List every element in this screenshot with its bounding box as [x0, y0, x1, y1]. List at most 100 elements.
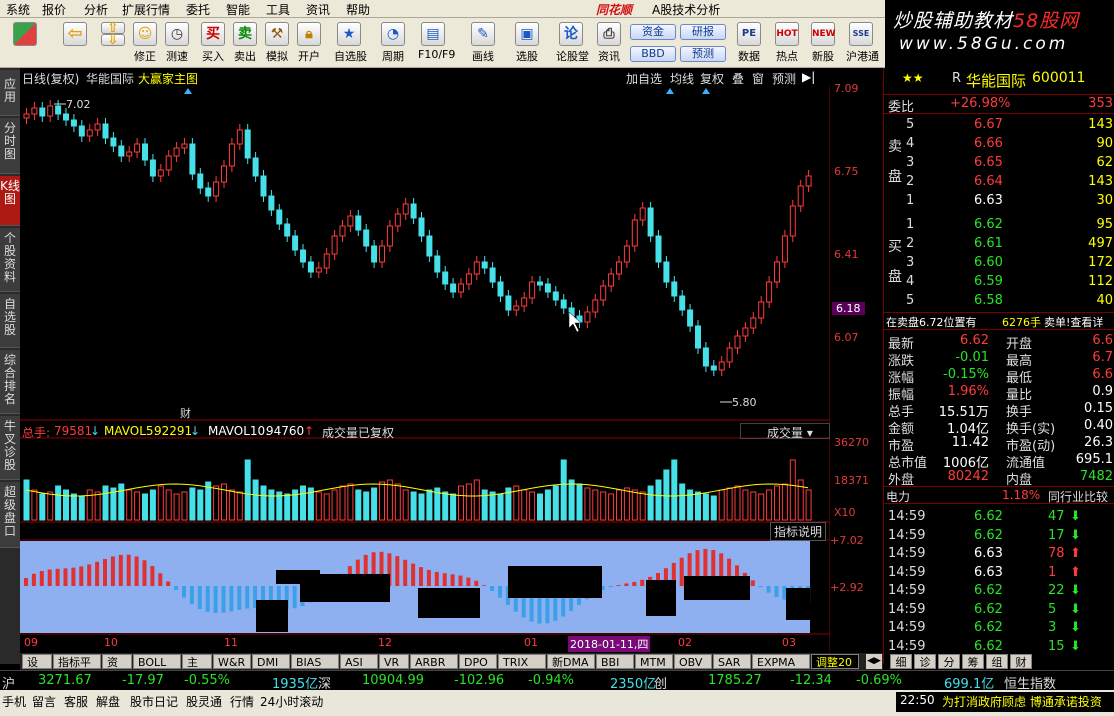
indicator-tab[interactable]: BBI [596, 654, 634, 669]
sell-level-row[interactable]: 1 6.63 30 [884, 192, 1114, 210]
chart-period[interactable]: 日线(复权) [22, 70, 79, 87]
chart-main-indicator[interactable]: 大赢家主图 [138, 70, 198, 87]
large-order-notice[interactable]: 在卖盘6.72位置有 6276手 卖单!查看详 [884, 312, 1114, 330]
forum-button[interactable]: 论论股堂 [556, 22, 589, 64]
tab-scroll-icon[interactable]: ◀▶ [866, 654, 882, 669]
footer-lingtong[interactable]: 股灵通 [186, 693, 222, 710]
buy-button[interactable]: 买买入 [198, 22, 228, 64]
ad-banner[interactable]: 炒股辅助教材58股网 www.58Gu.com [885, 0, 1114, 68]
sidebar-item-super-panel[interactable]: 超级盘口 [0, 482, 20, 548]
detail-tab[interactable]: 分 [938, 654, 960, 669]
indicator-tab[interactable]: VR [379, 654, 409, 669]
industry-row[interactable]: 电力 1.18% 同行业比较 [884, 486, 1114, 504]
fund-pill[interactable]: 资金 [630, 24, 676, 40]
indicator-tab[interactable]: SAR [713, 654, 751, 669]
indicator-tab[interactable]: DPO [459, 654, 497, 669]
kline-chart[interactable]: 7.02 5.80 财 [20, 86, 830, 653]
indicator-tab[interactable]: 指标平台 [53, 654, 101, 684]
sidebar-item-profile[interactable]: 个股资料 [0, 228, 20, 292]
report-pill[interactable]: 研报 [680, 24, 726, 40]
sell-button[interactable]: 卖卖出 [230, 22, 260, 64]
indicator-tab[interactable]: 资讯 [102, 654, 132, 684]
forecast-pill[interactable]: 预测 [680, 46, 726, 62]
hot-button[interactable]: HOT 热点 [772, 22, 802, 64]
buy-level-row[interactable]: 1 6.62 95 [884, 216, 1114, 234]
bbd-pill[interactable]: BBD [630, 46, 676, 62]
menu-help[interactable]: 帮助 [346, 1, 370, 18]
back-arrow-icon[interactable]: ⇦ [60, 22, 90, 46]
sell-level-row[interactable]: 2 6.64 143 [884, 173, 1114, 191]
menu-info[interactable]: 资讯 [306, 1, 330, 18]
indicator-tab[interactable]: BIAS [291, 654, 339, 669]
f10-button[interactable]: ▤ F10/F9 [418, 22, 455, 61]
footer-mobile[interactable]: 手机 [2, 693, 26, 710]
buy-level-row[interactable]: 3 6.60 172 [884, 254, 1114, 272]
sell-level-row[interactable]: 5 6.67 143 [884, 116, 1114, 134]
sidebar-item-watchlist[interactable]: 自选股 [0, 294, 20, 348]
sell-level-row[interactable]: 3 6.65 62 [884, 154, 1114, 172]
draw-line-button[interactable]: ✎ 画线 [468, 22, 498, 64]
indicator-tab[interactable]: BOLL [133, 654, 181, 669]
event-marker[interactable] [702, 88, 710, 94]
updown-arrow-icon[interactable]: ⇧ ⇩ [98, 21, 128, 47]
indicator-tab[interactable]: 调整20 [811, 654, 859, 669]
footer-quotes[interactable]: 行情 [230, 693, 254, 710]
detail-tab[interactable]: 组 [986, 654, 1008, 669]
footer-support[interactable]: 客服 [64, 693, 88, 710]
indicator-tab[interactable]: 主力 [182, 654, 212, 684]
indicator-help-button[interactable]: 指标说明 [770, 522, 827, 541]
adjust-link[interactable]: 复权 [700, 70, 724, 87]
indicator-tab[interactable]: MTM [635, 654, 673, 669]
event-marker[interactable] [184, 88, 192, 94]
indicator-tab[interactable]: 设置 [22, 654, 52, 684]
ma-link[interactable]: 均线 [670, 70, 694, 87]
indicator-tab[interactable]: ASI [340, 654, 378, 669]
speedtest-button[interactable]: ◷ 测速 [162, 22, 192, 64]
footer-news-roll[interactable]: 24小时滚动 [260, 693, 323, 710]
window-link[interactable]: 窗 [752, 70, 764, 87]
expand-icon[interactable]: ▶| [802, 70, 815, 84]
menu-smart[interactable]: 智能 [226, 1, 250, 18]
indicator-dropdown[interactable]: 成交量 ▾ [740, 423, 830, 440]
ipo-button[interactable]: NEW 新股 [808, 22, 838, 64]
data-button[interactable]: PE 数据 [734, 22, 764, 64]
indicator-tab[interactable]: W&R [213, 654, 251, 669]
footer-commentary[interactable]: 解盘 [96, 693, 120, 710]
menu-ext-quote[interactable]: 扩展行情 [122, 1, 170, 18]
buy-level-row[interactable]: 4 6.59 112 [884, 273, 1114, 291]
news-ticker[interactable]: 22:50 为打消政府顾虑 博通承诺投资 [896, 692, 1114, 712]
layout-icon[interactable] [10, 22, 40, 46]
news-button[interactable]: ⎙ 资讯 [594, 22, 624, 64]
sell-level-row[interactable]: 4 6.66 90 [884, 135, 1114, 153]
sidebar-item-diagnose[interactable]: 牛叉诊股 [0, 416, 20, 480]
indicator-tab[interactable]: 新DMA [547, 654, 595, 669]
indicator-tab[interactable]: OBV [674, 654, 712, 669]
simulate-button[interactable]: ⚒ 模拟 [262, 22, 292, 64]
detail-tab[interactable]: 财 [1010, 654, 1032, 669]
buy-level-row[interactable]: 2 6.61 497 [884, 235, 1114, 253]
add-watchlist-link[interactable]: 加自选 [626, 70, 662, 87]
indicator-tab[interactable]: DMI [252, 654, 290, 669]
indicator-tab[interactable]: EXPMA [752, 654, 810, 669]
sidebar-item-ranking[interactable]: 综合排名 [0, 350, 20, 414]
hk-connect-button[interactable]: SSE 沪港通 [846, 22, 879, 64]
finance-marker[interactable]: 财 [180, 406, 191, 420]
buy-level-row[interactable]: 5 6.58 40 [884, 292, 1114, 310]
detail-tab[interactable]: 诊 [914, 654, 936, 669]
menu-analysis[interactable]: 分析 [84, 1, 108, 18]
overlay-link[interactable]: 叠 [732, 70, 744, 87]
footer-message[interactable]: 留言 [32, 693, 56, 710]
footer-diary[interactable]: 股市日记 [130, 693, 178, 710]
menu-trade[interactable]: 委托 [186, 1, 210, 18]
open-account-button[interactable]: 🔒︎ 开户 [294, 22, 324, 64]
indicator-tab[interactable]: TRIX [498, 654, 546, 669]
watchlist-button[interactable]: ★ 自选股 [334, 22, 367, 64]
sidebar-item-intraday[interactable]: 分时图 [0, 118, 20, 174]
fix-button[interactable]: ☺ 修正 [130, 22, 160, 64]
menu-tools[interactable]: 工具 [266, 1, 290, 18]
event-marker[interactable] [666, 88, 674, 94]
forecast-link[interactable]: 预测 [772, 70, 796, 87]
period-button[interactable]: ◔ 周期 [378, 22, 408, 64]
detail-tab[interactable]: 细 [890, 654, 912, 669]
detail-tab[interactable]: 筹 [962, 654, 984, 669]
